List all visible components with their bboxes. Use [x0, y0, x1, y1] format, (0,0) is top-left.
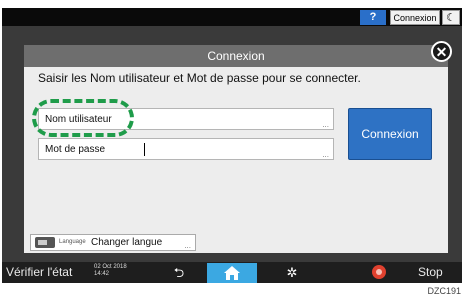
login-dialog: Connexion Saisir les Nom utilisateur et … — [24, 45, 448, 253]
username-more-indicator: ... — [322, 120, 329, 129]
check-status-button[interactable]: Vérifier l'état — [6, 265, 72, 279]
date-text: 02 Oct 2018 — [94, 264, 127, 270]
home-icon — [224, 266, 240, 280]
language-caption: Language — [59, 239, 86, 245]
login-button[interactable]: Connexion — [390, 10, 440, 25]
close-icon[interactable]: ✕ — [431, 41, 452, 62]
top-bar: ? Connexion ☾ — [2, 8, 462, 26]
time-text: 14:42 — [94, 271, 110, 277]
text-cursor — [144, 143, 145, 156]
bottom-bar: Vérifier l'état 02 Oct 2018 14:42 ⮌ ✲ St… — [2, 262, 462, 283]
change-language-label: Changer langue — [91, 237, 163, 248]
home-button[interactable] — [207, 263, 257, 283]
keyboard-icon — [35, 237, 55, 248]
instructions-text: Saisir les Nom utilisateur et Mot de pas… — [38, 71, 361, 85]
password-label: Mot de passe — [45, 144, 106, 155]
device-screen: ? Connexion ☾ Connexion Saisir les Nom u… — [2, 8, 462, 283]
gear-icon[interactable]: ✲ — [274, 264, 310, 281]
figure-caption: DZC191 — [427, 286, 461, 296]
highlight-annotation — [32, 99, 134, 137]
language-more-indicator: ... — [184, 241, 191, 250]
stop-icon[interactable] — [372, 265, 386, 279]
dialog-title: Connexion — [24, 45, 448, 67]
help-button[interactable]: ? — [360, 10, 386, 25]
change-language-button[interactable]: Language Changer langue ... — [30, 234, 196, 251]
stop-button[interactable]: Stop — [418, 265, 443, 279]
energy-saver-button[interactable]: ☾ — [442, 10, 460, 25]
date-time: 02 Oct 2018 14:42 — [94, 264, 127, 278]
password-field[interactable]: Mot de passe ... — [38, 138, 334, 160]
connect-button[interactable]: Connexion — [348, 108, 432, 160]
password-more-indicator: ... — [322, 150, 329, 159]
back-icon[interactable]: ⮌ — [160, 264, 198, 281]
